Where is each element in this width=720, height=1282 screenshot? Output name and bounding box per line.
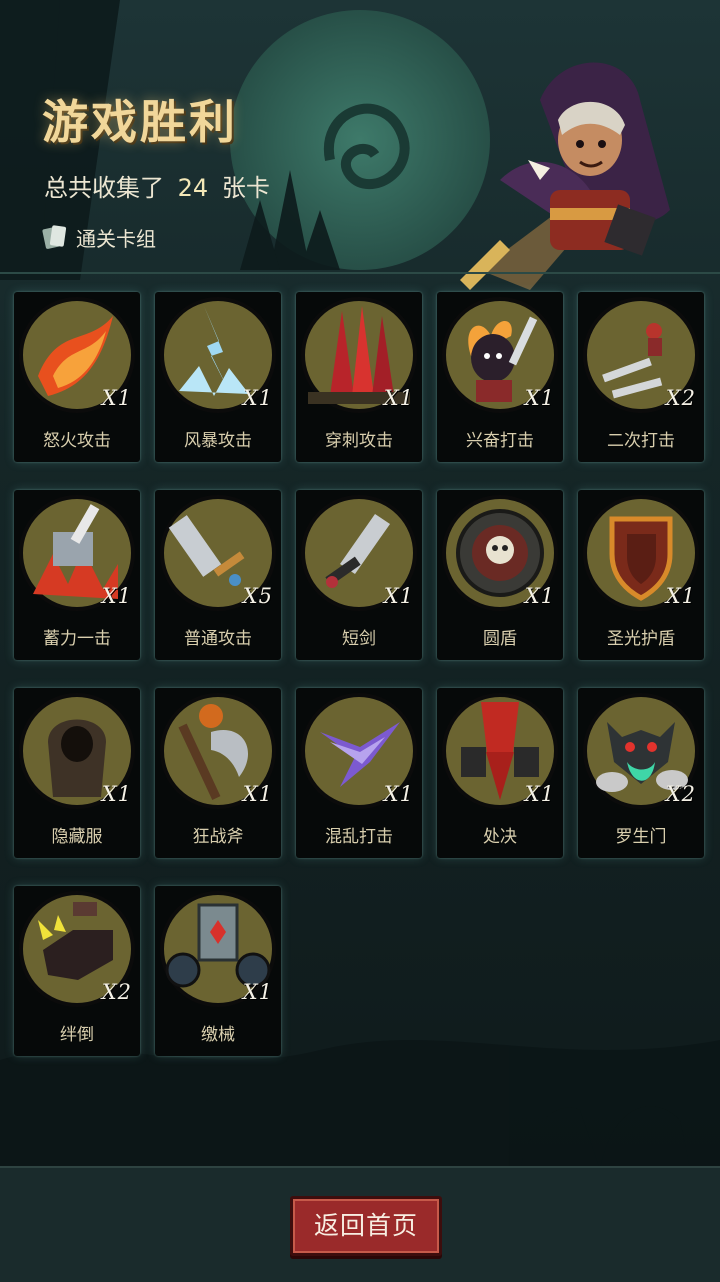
card-item[interactable]: X1 怒火攻击 bbox=[14, 292, 140, 462]
cards-icon bbox=[42, 225, 67, 249]
card-name: 蓄力一击 bbox=[43, 629, 111, 649]
card-item[interactable]: X1 圆盾 bbox=[437, 490, 563, 660]
card-name: 短剑 bbox=[342, 629, 376, 649]
card-name: 圣光护盾 bbox=[607, 629, 675, 649]
card-quantity: X1 bbox=[242, 782, 273, 806]
card-quantity: X2 bbox=[665, 782, 696, 806]
card-item[interactable]: X1 隐藏服 bbox=[14, 688, 140, 858]
card-quantity: X1 bbox=[101, 386, 132, 410]
card-item[interactable]: X5 普通攻击 bbox=[155, 490, 281, 660]
card-name: 普通攻击 bbox=[184, 629, 252, 649]
card-name: 狂战斧 bbox=[192, 827, 244, 847]
card-name: 风暴攻击 bbox=[184, 431, 252, 451]
card-item[interactable]: X1 短剑 bbox=[296, 490, 422, 660]
card-quantity: X1 bbox=[524, 584, 555, 608]
card-item[interactable]: X1 混乱打击 bbox=[296, 688, 422, 858]
card-quantity: X2 bbox=[665, 386, 696, 410]
cards-collected-summary: 总共收集了 24 张卡 bbox=[44, 168, 270, 203]
card-item[interactable]: X1 蓄力一击 bbox=[14, 490, 140, 660]
card-name: 怒火攻击 bbox=[43, 431, 111, 451]
card-item[interactable]: X2 罗生门 bbox=[578, 688, 704, 858]
card-quantity: X2 bbox=[101, 980, 132, 1004]
card-quantity: X1 bbox=[383, 782, 414, 806]
header-divider bbox=[0, 272, 720, 274]
card-name: 兴奋打击 bbox=[466, 431, 534, 451]
card-name: 混乱打击 bbox=[325, 827, 393, 847]
card-quantity: X1 bbox=[524, 386, 555, 410]
card-name: 绊倒 bbox=[60, 1025, 94, 1045]
victory-title: 游戏胜利 bbox=[42, 95, 238, 149]
hooded-hero-illustration bbox=[460, 62, 670, 290]
card-item[interactable]: X1 处决 bbox=[437, 688, 563, 858]
clear-deck-label: 通关卡组 bbox=[76, 226, 156, 251]
summary-suffix: 张卡 bbox=[221, 174, 270, 202]
card-quantity: X1 bbox=[383, 386, 414, 410]
card-item[interactable]: X1 狂战斧 bbox=[155, 688, 281, 858]
summary-prefix: 总共收集了 bbox=[44, 174, 164, 202]
card-name: 二次打击 bbox=[607, 431, 675, 451]
card-quantity: X1 bbox=[242, 386, 273, 410]
summary-count: 24 bbox=[177, 174, 209, 202]
card-name: 处决 bbox=[483, 827, 517, 847]
card-name: 罗生门 bbox=[615, 827, 667, 847]
card-item[interactable]: X1 穿刺攻击 bbox=[296, 292, 422, 462]
card-item[interactable]: X1 圣光护盾 bbox=[578, 490, 704, 660]
card-quantity: X1 bbox=[242, 980, 273, 1004]
card-item[interactable]: X2 绊倒 bbox=[14, 886, 140, 1056]
card-quantity: X1 bbox=[101, 584, 132, 608]
card-name: 圆盾 bbox=[483, 629, 517, 649]
card-quantity: X1 bbox=[524, 782, 555, 806]
card-quantity: X1 bbox=[383, 584, 414, 608]
card-item[interactable]: X1 缴械 bbox=[155, 886, 281, 1056]
clear-deck-button[interactable]: 通关卡组 bbox=[40, 222, 156, 252]
card-name: 缴械 bbox=[201, 1025, 235, 1045]
card-item[interactable]: X1 风暴攻击 bbox=[155, 292, 281, 462]
card-item[interactable]: X2 二次打击 bbox=[578, 292, 704, 462]
card-quantity: X1 bbox=[101, 782, 132, 806]
card-quantity: X1 bbox=[665, 584, 696, 608]
result-header: 游戏胜利 总共收集了 24 张卡 通关卡组 bbox=[0, 0, 720, 290]
card-quantity: X5 bbox=[242, 584, 273, 608]
card-name: 隐藏服 bbox=[51, 827, 103, 847]
return-home-button[interactable]: 返回首页 bbox=[290, 1196, 442, 1256]
card-item[interactable]: X1 兴奋打击 bbox=[437, 292, 563, 462]
card-name: 穿刺攻击 bbox=[325, 431, 393, 451]
